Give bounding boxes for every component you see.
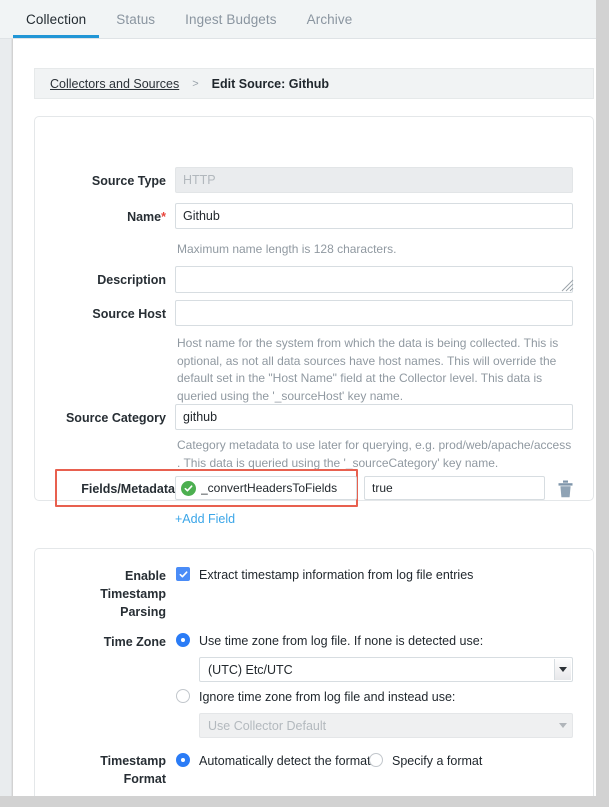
source-category-input[interactable] (175, 404, 573, 430)
breadcrumb-separator: > (192, 77, 199, 90)
collector-default-select: Use Collector Default (199, 713, 573, 738)
timestamp-format-label-l2: Format (123, 772, 166, 786)
source-type-input (175, 167, 573, 193)
source-category-help-text: Category metadata to use later for query… (177, 438, 572, 470)
auto-detect-format-label: Automatically detect the format (199, 754, 371, 768)
name-input[interactable] (175, 203, 573, 229)
collection-page: Collectors and Sources > Edit Source: Gi… (13, 39, 596, 796)
timezone-ignore-label: Ignore time zone from log file and inste… (199, 690, 456, 704)
check-circle-icon (181, 480, 196, 496)
field-value-input[interactable] (364, 476, 545, 500)
name-label: Name* (54, 208, 166, 226)
breadcrumb-current-page: Edit Source: Github (211, 76, 330, 91)
trash-icon[interactable] (557, 480, 574, 498)
timestamp-format-label-l1: Timestamp (100, 754, 166, 768)
source-host-help-text: Host name for the system from which the … (177, 336, 559, 403)
enable-timestamp-parsing-label-l2: Timestamp (100, 587, 166, 601)
tab-archive[interactable]: Archive (292, 0, 368, 38)
specify-format-radio[interactable] (369, 753, 383, 767)
field-key-text: _convertHeadersToFields (201, 481, 338, 495)
app-screen: Collection Status Ingest Budgets Archive… (0, 0, 609, 807)
tab-status-label: Status (116, 11, 156, 27)
resize-handle-icon[interactable] (561, 279, 574, 292)
fields-metadata-label: Fields/Metadata (81, 482, 175, 496)
timezone-from-log-label: Use time zone from log file. If none is … (199, 634, 484, 648)
enable-timestamp-parsing-label-l3: Parsing (120, 605, 166, 619)
source-category-label: Source Category (65, 411, 166, 425)
specify-format-label: Specify a format (392, 754, 483, 768)
tab-status[interactable]: Status (101, 0, 170, 38)
breadcrumb: Collectors and Sources > Edit Source: Gi… (34, 68, 594, 99)
required-marker: * (161, 210, 166, 224)
timezone-select-arrow[interactable] (554, 659, 571, 680)
collector-default-select-arrow (554, 715, 571, 736)
source-host-label: Source Host (92, 307, 166, 321)
extract-timestamp-checkbox[interactable] (176, 567, 190, 581)
name-help-text: Maximum name length is 128 characters. (177, 242, 397, 256)
main-tab-bar: Collection Status Ingest Budgets Archive (0, 0, 609, 39)
chevron-down-icon (559, 667, 567, 672)
tab-ingest-budgets[interactable]: Ingest Budgets (170, 0, 291, 38)
chevron-down-icon-disabled (558, 723, 567, 728)
breadcrumb-link-collectors-and-sources[interactable]: Collectors and Sources (50, 77, 179, 91)
add-field-button[interactable]: +Add Field (175, 512, 235, 526)
description-label: Description (97, 273, 166, 287)
timezone-from-log-radio[interactable] (176, 633, 190, 647)
bottom-gutter (0, 796, 609, 807)
timezone-ignore-radio[interactable] (176, 689, 190, 703)
timezone-select[interactable]: (UTC) Etc/UTC (199, 657, 573, 682)
source-host-input[interactable] (175, 300, 573, 326)
right-scroll-gutter[interactable] (596, 0, 609, 807)
time-zone-label: Time Zone (103, 635, 166, 649)
extract-timestamp-checkbox-label: Extract timestamp information from log f… (199, 568, 474, 582)
tab-ingest-budgets-label: Ingest Budgets (185, 11, 277, 27)
auto-detect-format-radio[interactable] (176, 753, 190, 767)
left-gutter (0, 39, 12, 796)
timezone-select-value: (UTC) Etc/UTC (208, 662, 293, 677)
enable-timestamp-parsing-label: Enable Timestamp Parsing (54, 567, 166, 621)
collector-default-select-value: Use Collector Default (208, 718, 327, 733)
description-textarea[interactable] (175, 266, 573, 293)
tab-archive-label: Archive (306, 11, 353, 27)
tab-collection[interactable]: Collection (11, 0, 101, 38)
tab-collection-label: Collection (26, 11, 87, 27)
enable-timestamp-parsing-label-l1: Enable (125, 569, 166, 583)
timestamp-format-label: Timestamp Format (54, 752, 166, 788)
name-label-text: Name (127, 210, 162, 224)
field-key-input[interactable]: _convertHeadersToFields (175, 476, 357, 500)
source-type-label: Source Type (91, 174, 166, 188)
